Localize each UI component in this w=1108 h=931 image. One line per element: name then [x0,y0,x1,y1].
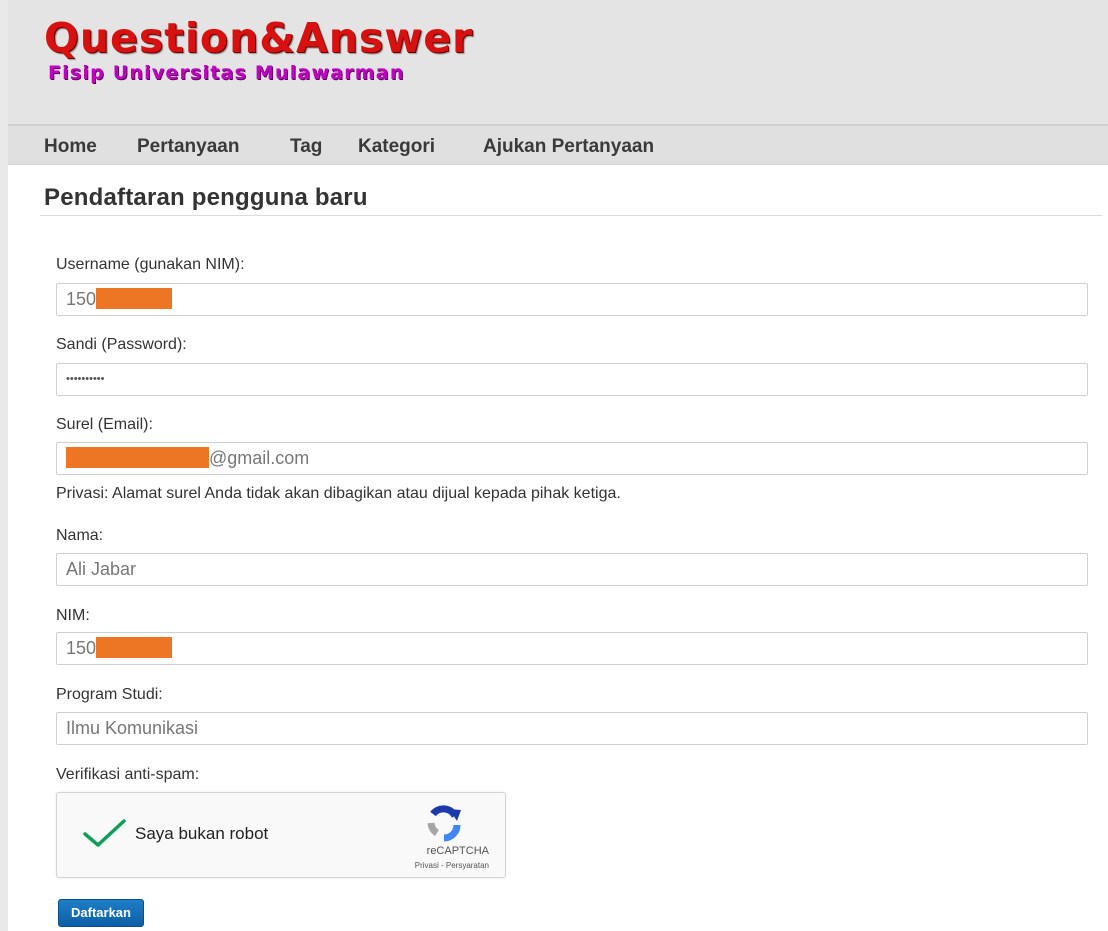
program-studi-value: Ilmu Komunikasi [66,718,199,738]
nama-label: Nama: [56,527,104,544]
nim-field[interactable]: 150 [56,632,1088,665]
nav-pertanyaan[interactable]: Pertanyaan [137,136,239,158]
privacy-note: Privasi: Alamat surel Anda tidak akan di… [56,485,621,502]
checkmark-icon[interactable] [81,817,127,849]
site-header: Question&Answer Fisip Universitas Mulawa… [8,0,1108,124]
password-field[interactable]: •••••••••• [56,363,1088,396]
captcha-label: Saya bukan robot [135,824,269,843]
password-value: •••••••••• [66,373,105,385]
nav-home[interactable]: Home [44,136,97,158]
captcha-brand: reCAPTCHA [426,845,489,857]
email-domain: @gmail.com [209,448,310,468]
nav-ajukan-pertanyaan[interactable]: Ajukan Pertanyaan [483,136,654,158]
nama-field[interactable]: Ali Jabar [56,553,1088,586]
main-content: Pendaftaran pengguna baru Username (guna… [8,165,1108,931]
nim-label: NIM: [56,607,90,624]
logo-subtitle: Fisip Universitas Mulawarman [48,62,405,84]
page-title: Pendaftaran pengguna baru [44,184,368,211]
password-label: Sandi (Password): [56,336,187,353]
nav-kategori[interactable]: Kategori [358,136,435,158]
nim-value: 150 [66,638,97,658]
logo-title: Question&Answer [44,14,474,62]
main-nav: Home Pertanyaan Tag Kategori Ajukan Pert… [8,124,1108,165]
nav-tag[interactable]: Tag [290,136,322,158]
program-studi-field[interactable]: Ilmu Komunikasi [56,712,1088,745]
email-field[interactable]: @gmail.com [56,442,1088,475]
redaction-block [66,447,209,469]
title-divider [40,215,1102,216]
recaptcha-widget: Saya bukan robot reCAPTCHA Privasi - Per… [56,792,506,878]
username-value: 150 [66,289,97,309]
redaction-block [96,288,173,310]
username-field[interactable]: 150 [56,283,1088,316]
captcha-links[interactable]: Privasi - Persyaratan [353,861,489,870]
nama-value: Ali Jabar [66,559,137,579]
daftarkan-button[interactable]: Daftarkan [58,899,144,927]
email-label: Surel (Email): [56,416,153,433]
recaptcha-logo-icon [427,805,461,842]
username-label: Username (gunakan NIM): [56,256,245,273]
verification-label: Verifikasi anti-spam: [56,766,200,783]
redaction-block [96,637,173,659]
program-studi-label: Program Studi: [56,686,163,703]
